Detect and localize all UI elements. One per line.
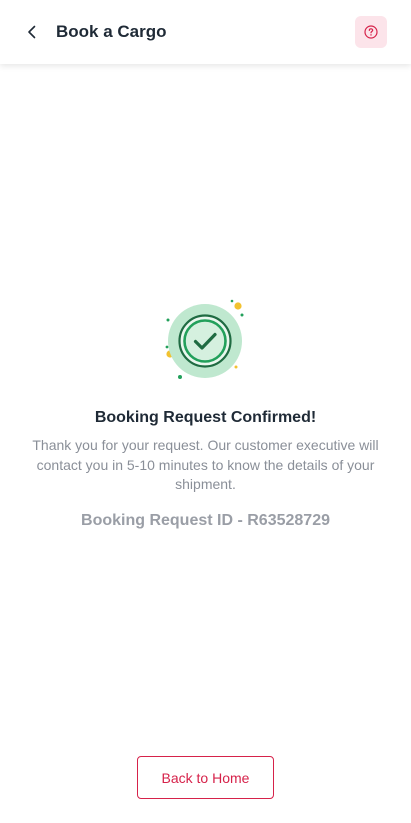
success-illustration <box>160 296 252 388</box>
confetti-dot <box>178 375 182 379</box>
confetti-dot <box>240 313 244 317</box>
confetti-dot <box>166 318 170 322</box>
booking-request-id: Booking Request ID - R63528729 <box>81 512 330 529</box>
confirmation-message: Thank you for your request. Our customer… <box>32 437 379 492</box>
confetti-dot <box>165 345 169 349</box>
booking-confirmation-screen: Book a Cargo Booking Request Confirmed! <box>0 0 411 823</box>
page-title: Book a Cargo <box>56 22 167 41</box>
confirmation-title: Booking Request Confirmed! <box>94 409 317 426</box>
help-button[interactable] <box>355 16 387 48</box>
back-to-home-button[interactable]: Back to Home <box>137 756 274 799</box>
app-header: Book a Cargo <box>0 0 411 64</box>
confetti-dot <box>234 365 238 369</box>
confetti-dot <box>234 302 242 310</box>
chevron-left-icon <box>28 25 36 39</box>
back-button[interactable] <box>16 16 48 48</box>
question-circle-icon <box>364 25 378 39</box>
confetti-dot <box>230 299 234 303</box>
